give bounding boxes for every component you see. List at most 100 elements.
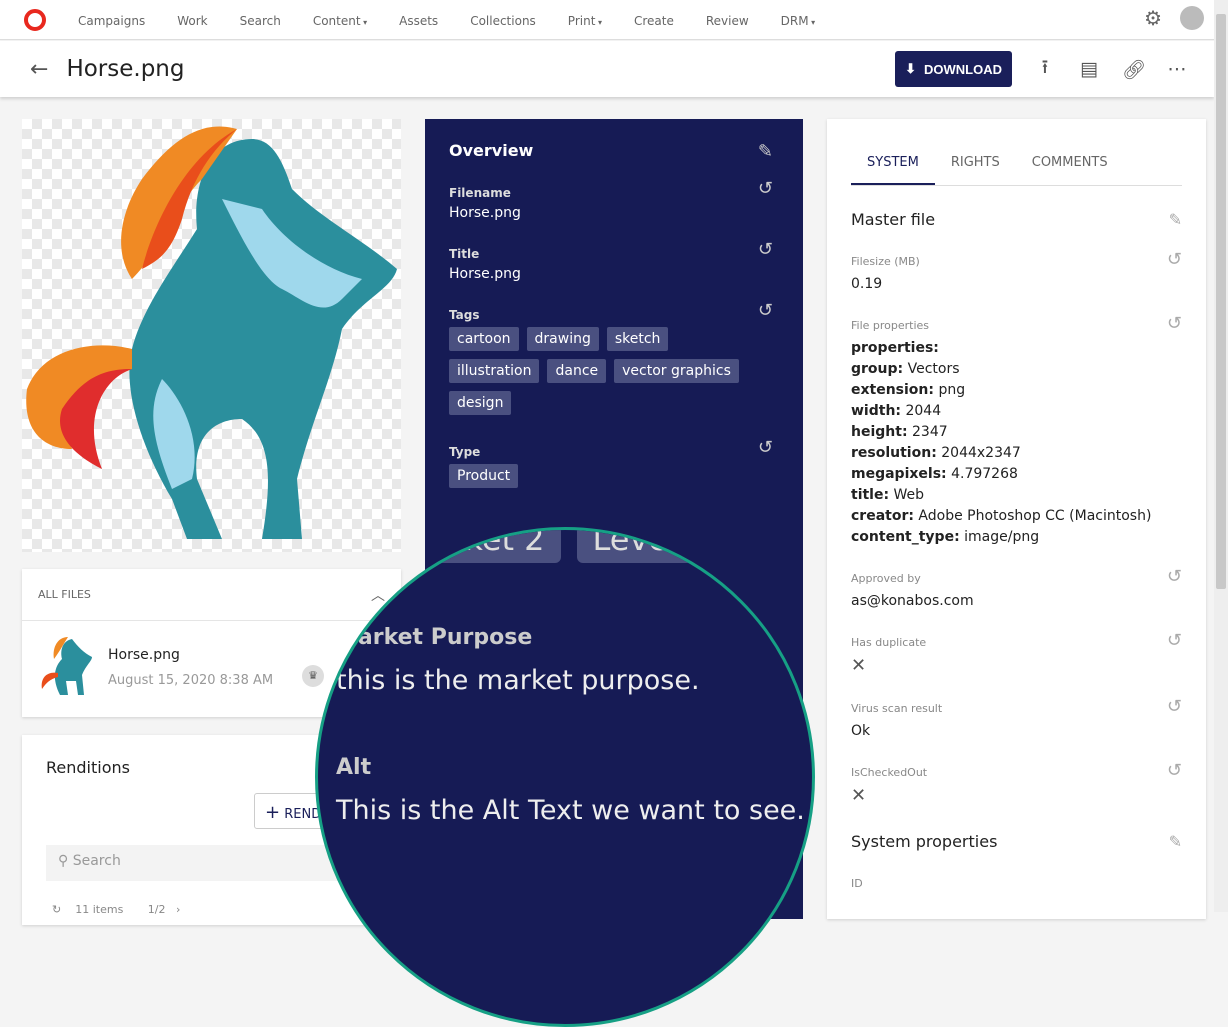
file-properties-value: properties: group: Vectors extension: png… [851,338,1182,548]
tag[interactable]: cartoon [449,327,519,351]
history-icon[interactable]: ↺ [758,178,773,199]
chevron-up-icon[interactable]: ︿ [371,585,385,605]
upload-icon[interactable]: ⭱ [1034,53,1056,85]
tag[interactable]: dance [547,359,607,383]
tag[interactable]: illustration [449,359,540,383]
property-value: png [938,382,966,398]
edit-icon[interactable]: ✎ [758,141,773,162]
nav-item[interactable]: Search [240,14,281,28]
crown-icon: ♛ [302,665,324,687]
tag[interactable]: design [449,391,512,415]
property-row: resolution: 2044x2347 [851,443,1182,464]
nav-item-label: Search [239,14,281,28]
scrollbar[interactable] [1214,0,1228,912]
history-icon[interactable]: ↺ [1167,313,1182,334]
magnified-tag: Market 2 [388,530,561,563]
history-icon[interactable]: ↺ [1167,566,1182,587]
tag[interactable]: sketch [606,327,669,351]
nav-item-label: Work [177,14,208,28]
property-value: 4.797268 [951,466,1018,482]
history-icon[interactable]: ↺ [1167,249,1182,270]
property-value: Web [893,487,925,503]
property-key: title: [851,487,890,503]
file-date: August 15, 2020 8:38 AM [108,672,274,688]
property-key: extension: [851,382,934,398]
history-icon[interactable]: ↺ [1167,696,1182,717]
tags-label: Tags [449,308,480,322]
nav-item-label: Assets [399,14,439,28]
history-icon[interactable]: ↺ [1167,630,1182,651]
page-header: ← Horse.png ⬇ DOWNLOAD ⭱ ▤ 🔗︎ ⋯ [0,41,1214,97]
link-icon[interactable]: 🔗︎ [1122,58,1146,81]
history-icon[interactable]: ↺ [758,300,773,321]
history-icon[interactable]: ↺ [758,239,773,260]
property-row: properties: [851,338,1182,359]
alt-label: Alt [336,755,372,780]
property-row: height: 2347 [851,422,1182,443]
title-label: Title [449,247,480,261]
filesize-label: Filesize (MB) [851,255,920,268]
nav-item[interactable]: Assets [399,14,438,28]
nav-item[interactable]: Content ▾ [313,14,367,28]
tab-system[interactable]: SYSTEM [851,143,935,185]
property-row: creator: Adobe Photoshop CC (Macintosh) [851,506,1182,527]
download-button[interactable]: ⬇ DOWNLOAD [895,51,1012,87]
back-arrow-icon[interactable]: ← [30,57,48,82]
next-page-icon[interactable]: › [176,903,180,916]
property-key: content_type: [851,529,960,545]
master-file-heading: Master file [851,210,936,229]
nav-item[interactable]: Print ▾ [568,14,602,28]
comment-icon[interactable]: ▤ [1078,58,1100,80]
id-label: ID [851,877,863,890]
property-key: height: [851,424,908,440]
property-row: content_type: image/png [851,527,1182,548]
virus-scan-value: Ok [851,723,871,739]
property-row: title: Web [851,485,1182,506]
property-row: group: Vectors [851,359,1182,380]
edit-icon[interactable]: ✎ [1169,210,1182,229]
property-key: megapixels: [851,466,947,482]
close-x-icon: ✕ [851,785,867,806]
property-value: Vectors [907,361,960,377]
tab-comments[interactable]: COMMENTS [1016,143,1124,185]
approved-by-label: Approved by [851,572,921,585]
page-title: Horse.png [66,56,185,82]
nav-item[interactable]: Campaigns [78,14,145,28]
history-icon[interactable]: ↺ [1167,760,1182,781]
tab-rights[interactable]: RIGHTS [935,143,1016,185]
gear-icon[interactable]: ⚙ [1144,6,1162,30]
avatar[interactable] [1180,6,1204,30]
property-value: Adobe Photoshop CC (Macintosh) [918,508,1152,524]
nav-item[interactable]: Review [706,14,749,28]
is-checked-out-label: IsCheckedOut [851,766,928,779]
edit-icon[interactable]: ✎ [1169,832,1182,851]
nav-item-label: Review [705,14,749,28]
nav-item[interactable]: Collections [470,14,536,28]
pagination: ↻ 11 items 1/2 › [52,903,180,916]
property-value: 2347 [912,424,948,440]
tag[interactable]: drawing [526,327,599,351]
search-placeholder: Search [72,853,121,869]
system-panel: SYSTEM RIGHTS COMMENTS Master file ✎ Filesi… [827,119,1206,919]
more-icon[interactable]: ⋯ [1166,58,1188,80]
property-key: resolution: [851,445,937,461]
tab-bar: SYSTEM RIGHTS COMMENTS [851,143,1182,186]
alt-value: This is the Alt Text we want to see. [336,795,805,826]
horse-image [26,126,397,539]
filesize-value: 0.19 [851,276,883,292]
nav-item-label: Create [633,14,674,28]
nav-item-label: Print [567,14,596,28]
history-icon[interactable]: ↺ [758,437,773,458]
nav-item[interactable]: Create [634,14,674,28]
market-purpose-label: Market Purpose [336,625,533,650]
nav-item[interactable]: Work [177,14,207,28]
property-value: 2044 [905,403,942,419]
nav-menu: Campaigns Work Search Content ▾ Assets Collec… [62,10,831,29]
tag[interactable]: vector graphics [614,359,739,383]
title-value: Horse.png [449,266,521,282]
nav-item[interactable]: DRM ▾ [781,14,816,28]
property-value: 2044x2347 [941,445,1021,461]
logo[interactable] [24,8,46,31]
refresh-icon[interactable]: ↻ [52,903,61,916]
file-properties-label: File properties [851,319,930,332]
